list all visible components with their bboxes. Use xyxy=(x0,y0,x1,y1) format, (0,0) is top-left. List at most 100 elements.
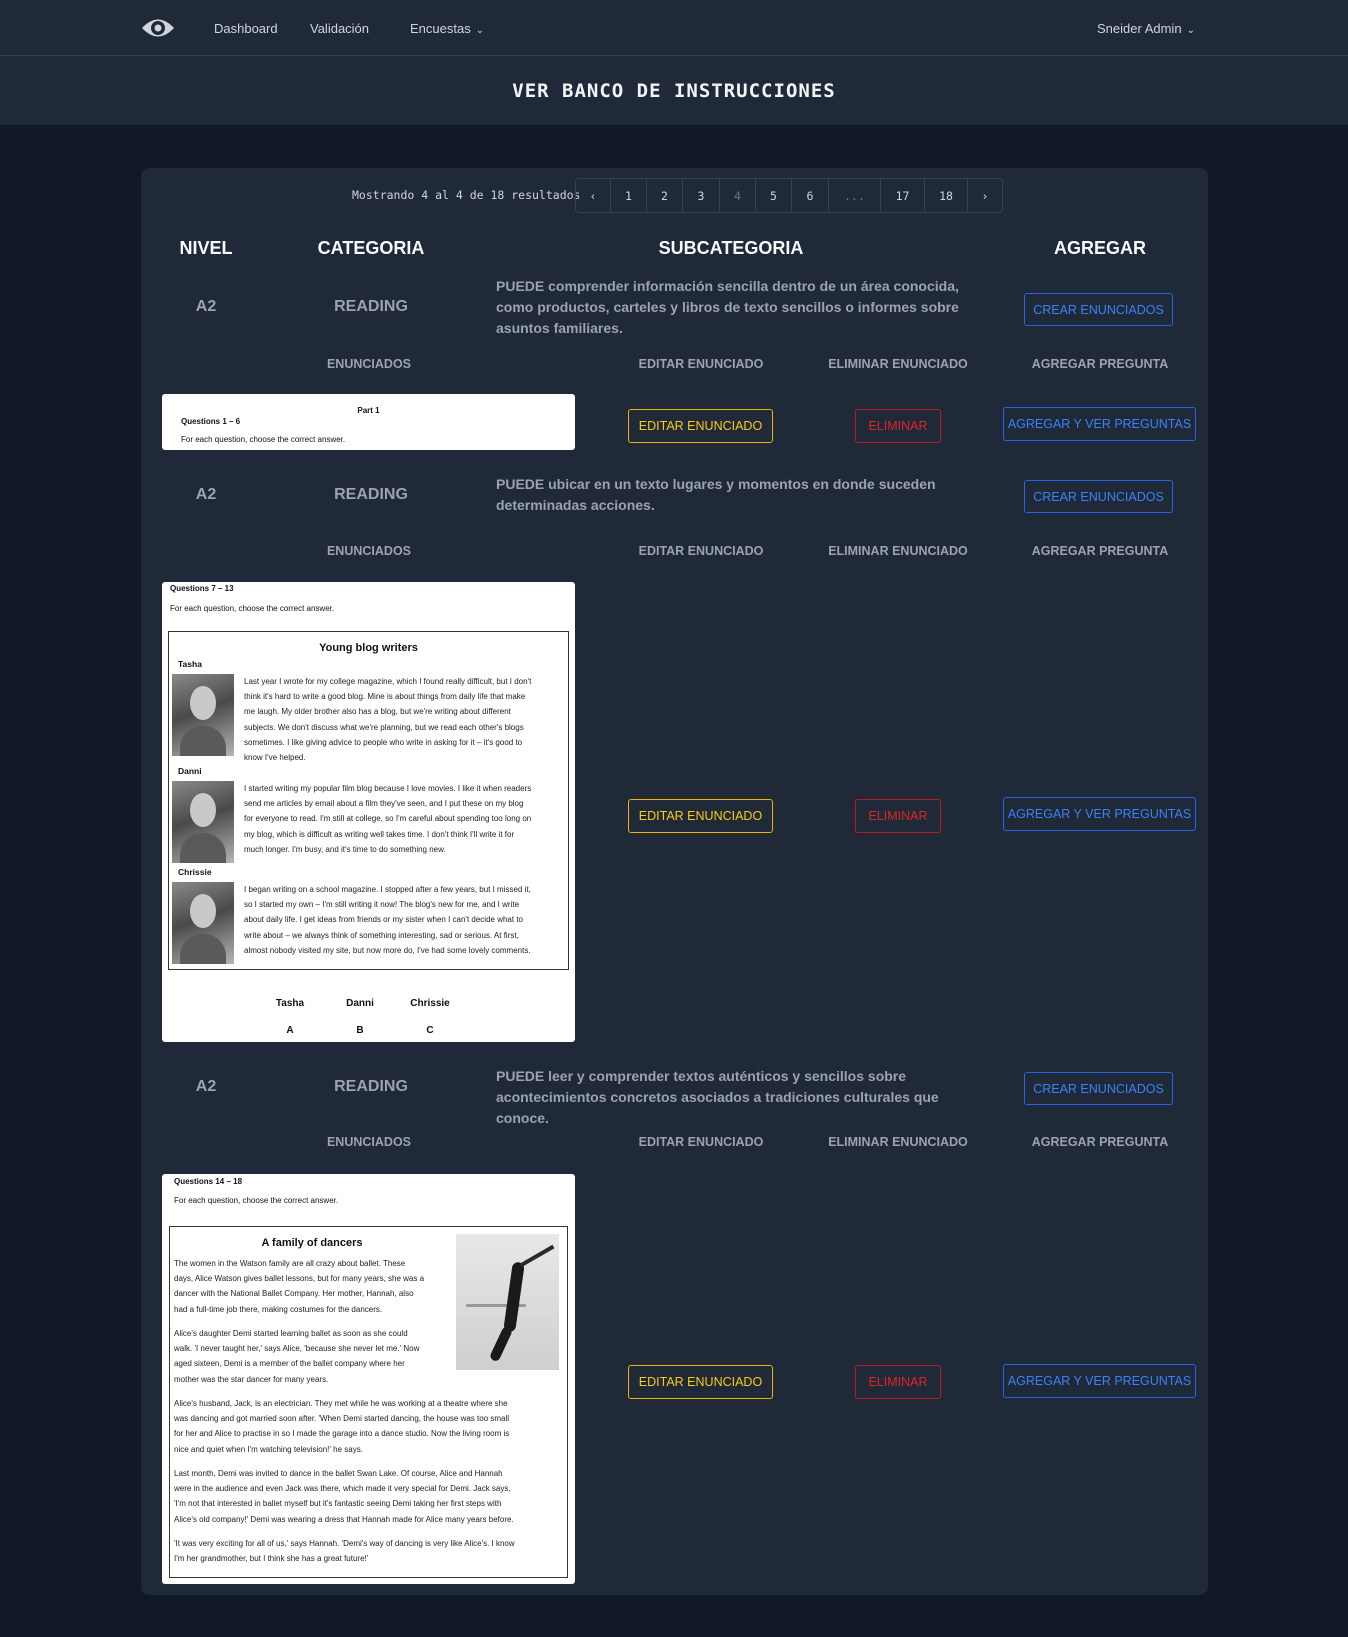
nav-validacion-link[interactable]: Validación xyxy=(310,21,369,36)
doc-questions-label: Questions 7 – 13 xyxy=(170,584,234,593)
text-line: 'It was very exciting for all of us,' sa… xyxy=(174,1539,515,1548)
category-cell: READING xyxy=(334,1078,408,1095)
editar-enunciado-button[interactable]: EDITAR ENUNCIADO xyxy=(628,409,773,443)
eye-logo-icon[interactable] xyxy=(140,13,176,43)
subheader-agregar: AGREGAR PREGUNTA xyxy=(1031,544,1169,558)
agregar-ver-preguntas-button[interactable]: AGREGAR Y VER PREGUNTAS xyxy=(1003,1364,1196,1398)
crear-enunciados-button[interactable]: CREAR ENUNCIADOS xyxy=(1024,1072,1173,1105)
subheader-enunciados: ENUNCIADOS xyxy=(326,357,412,371)
person-name: Tasha xyxy=(178,659,202,669)
top-navbar: Dashboard Validación Encuestas ⌄ Sneider … xyxy=(0,0,1348,56)
subheader-enunciados: ENUNCIADOS xyxy=(326,1135,412,1149)
text-line: I started writing my popular film blog b… xyxy=(244,784,532,793)
subheader-eliminar: ELIMINAR ENUNCIADO xyxy=(828,1135,968,1149)
option-name: Tasha xyxy=(275,998,305,1009)
text-line: was dancing and got married soon after. … xyxy=(174,1414,510,1424)
user-name: Sneider Admin xyxy=(1097,21,1182,36)
text-line: The women in the Watson family are all c… xyxy=(174,1259,406,1268)
text-line: know I've helped. xyxy=(244,753,306,763)
person-photo xyxy=(172,882,234,964)
person-text: Last year I wrote for my college magazin… xyxy=(244,674,531,765)
page-link-1[interactable]: 1 xyxy=(611,179,647,212)
level-cell: A2 xyxy=(195,298,217,315)
editar-enunciado-button[interactable]: EDITAR ENUNCIADO xyxy=(628,799,773,833)
text-line: think it's hard to write a good blog. Mi… xyxy=(244,692,526,702)
editar-enunciado-button[interactable]: EDITAR ENUNCIADO xyxy=(628,1365,773,1399)
page-link-3[interactable]: 3 xyxy=(683,179,720,212)
text-line: me laugh. My older brother also has a bl… xyxy=(244,707,511,717)
page-link-18[interactable]: 18 xyxy=(925,179,968,212)
category-cell: READING xyxy=(334,298,408,315)
subcategory-text: PUEDE leer y comprender textos auténtico… xyxy=(496,1068,939,1126)
subheader-enunciados: ENUNCIADOS xyxy=(326,544,412,558)
text-line: my blog, which is difficult as writing w… xyxy=(244,829,515,839)
nav-dashboard-link[interactable]: Dashboard xyxy=(214,21,278,36)
subcategory-text: PUEDE ubicar en un texto lugares y momen… xyxy=(496,476,936,513)
nav-encuestas-dropdown[interactable]: Encuestas ⌄ xyxy=(410,21,484,36)
enunciado-image: Questions 7 – 13 For each question, choo… xyxy=(162,582,575,1042)
text-line: aged sixteen, Demi is a member of the ba… xyxy=(174,1359,405,1369)
person-photo xyxy=(172,781,234,863)
option-name: Danni xyxy=(346,998,374,1009)
page-link-5[interactable]: 5 xyxy=(756,179,792,212)
column-header-agregar: AGREGAR xyxy=(1053,238,1146,258)
option-letter: C xyxy=(426,1025,434,1036)
text-line: much longer. I'm busy, and it's time to … xyxy=(244,844,446,854)
eliminar-button[interactable]: ELIMINAR xyxy=(855,799,941,833)
text-line: mother was the star dancer for many year… xyxy=(174,1374,329,1384)
subheader-editar: EDITAR ENUNCIADO xyxy=(638,544,764,558)
enunciado-image: Part 1 Questions 1 – 6 For each question… xyxy=(162,394,575,450)
text-line: so I started my own – I'm still writing … xyxy=(244,900,520,910)
option-letter: B xyxy=(356,1025,364,1036)
agregar-ver-preguntas-button[interactable]: AGREGAR Y VER PREGUNTAS xyxy=(1003,797,1196,831)
agregar-ver-preguntas-button[interactable]: AGREGAR Y VER PREGUNTAS xyxy=(1003,407,1196,441)
page-header: VER BANCO DE INSTRUCCIONES xyxy=(0,56,1348,126)
text-line: for her and Alice to practise in so I ma… xyxy=(174,1429,510,1439)
text-line: 'I'm not that interested in ballet mysel… xyxy=(174,1499,502,1509)
text-line: Alice's husband, Jack, is an electrician… xyxy=(174,1399,508,1408)
page-link-17[interactable]: 17 xyxy=(881,179,925,212)
column-header-nivel: NIVEL xyxy=(179,238,233,258)
crear-enunciados-button[interactable]: CREAR ENUNCIADOS xyxy=(1024,480,1173,513)
dancer-figure xyxy=(503,1261,525,1333)
crear-enunciados-button[interactable]: CREAR ENUNCIADOS xyxy=(1024,293,1173,326)
page-link-6[interactable]: 6 xyxy=(792,179,829,212)
article-paragraph: Alice's husband, Jack, is an electrician… xyxy=(174,1396,509,1457)
text-line: nice and quiet when I'm watching televis… xyxy=(174,1444,363,1454)
article-title: A family of dancers xyxy=(261,1237,363,1249)
text-line: Last year I wrote for my college magazin… xyxy=(244,677,532,686)
category-cell: READING xyxy=(334,486,408,503)
page-link-2[interactable]: 2 xyxy=(647,179,683,212)
subcategory-text: PUEDE comprender información sencilla de… xyxy=(496,278,959,336)
chevron-down-icon: ⌄ xyxy=(475,25,485,36)
person-text: I began writing on a school magazine. I … xyxy=(244,882,531,958)
level-cell: A2 xyxy=(195,1078,217,1095)
text-line: Alice's old company!' Demi was wearing a… xyxy=(174,1514,514,1524)
subheader-editar: EDITAR ENUNCIADO xyxy=(638,1135,764,1149)
eliminar-button[interactable]: ELIMINAR xyxy=(855,409,941,443)
pagination-next-icon[interactable]: › xyxy=(968,179,1002,212)
option-name: Chrissie xyxy=(410,998,450,1009)
chevron-down-icon: ⌄ xyxy=(1186,25,1195,36)
pagination-prev-icon[interactable]: ‹ xyxy=(576,179,611,212)
text-line: walk. 'I never taught her,' says Alice, … xyxy=(174,1344,420,1354)
page-title: VER BANCO DE INSTRUCCIONES xyxy=(512,80,836,102)
doc-instruction: For each question, choose the correct an… xyxy=(174,1196,339,1205)
dancer-photo xyxy=(456,1234,559,1370)
pagination: ‹ 1 2 3 4 5 6 ... 17 18 › xyxy=(575,178,1003,213)
text-line: for everyone to read. I'm still at colle… xyxy=(244,814,532,824)
user-menu-dropdown[interactable]: Sneider Admin ⌄ xyxy=(1097,21,1195,36)
subheader-eliminar: ELIMINAR ENUNCIADO xyxy=(828,357,968,371)
doc-questions-label: Questions 14 – 18 xyxy=(174,1177,243,1186)
article-paragraph: The women in the Watson family are all c… xyxy=(174,1256,424,1317)
doc-part-label: Part 1 xyxy=(357,406,380,415)
text-line: were in the audience and even Jack was t… xyxy=(174,1484,511,1494)
results-count: Mostrando 4 al 4 de 18 resultados xyxy=(352,188,581,202)
doc-instruction: For each question, choose the correct an… xyxy=(170,604,335,613)
text-line: Alice's daughter Demi started learning b… xyxy=(174,1329,408,1338)
person-name: Chrissie xyxy=(178,867,212,877)
person-name: Danni xyxy=(178,766,202,776)
text-line: write about – we always think of somethi… xyxy=(244,930,519,940)
page-current-4: 4 xyxy=(720,179,756,212)
eliminar-button[interactable]: ELIMINAR xyxy=(855,1365,941,1399)
